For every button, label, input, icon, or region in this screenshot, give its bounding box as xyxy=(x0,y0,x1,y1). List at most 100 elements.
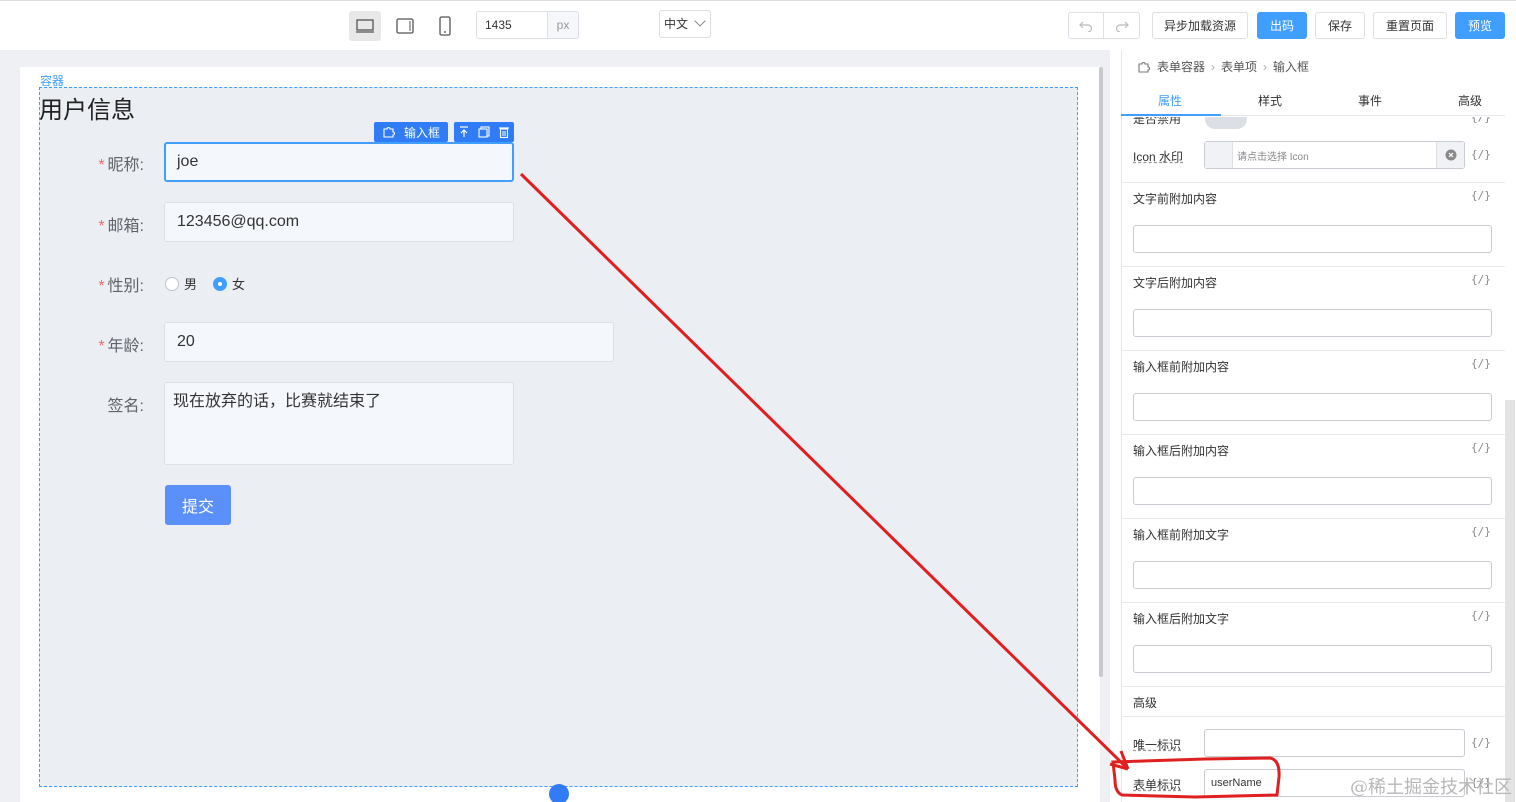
prop-label: 文字后附加内容 xyxy=(1133,276,1218,290)
divider xyxy=(1121,266,1505,267)
tab-properties[interactable]: 属性 xyxy=(1158,92,1182,109)
variable-bind-icon[interactable]: {/} xyxy=(1471,148,1491,161)
save-button[interactable]: 保存 xyxy=(1315,12,1365,39)
nickname-input[interactable]: joe xyxy=(164,142,514,182)
prop-label: 输入框前附加文字 xyxy=(1133,528,1230,542)
prop-label: 输入框前附加内容 xyxy=(1133,360,1230,374)
divider xyxy=(1121,716,1505,717)
puzzle-icon xyxy=(1138,61,1150,73)
desktop-icon xyxy=(356,19,374,33)
undo-button[interactable] xyxy=(1068,12,1104,39)
gender-option-label: 男 xyxy=(184,277,198,292)
reset-page-button[interactable]: 重置页面 xyxy=(1373,12,1447,39)
tab-advanced[interactable]: 高级 xyxy=(1458,92,1482,109)
move-up-icon[interactable] xyxy=(459,126,469,138)
advanced-section-title: 高级 xyxy=(1133,696,1158,710)
age-label-text: 年龄: xyxy=(107,338,144,355)
variable-bind-icon[interactable]: {/} xyxy=(1471,117,1491,124)
selected-component-name: 输入框 xyxy=(404,125,441,140)
prop-label: 文字前附加内容 xyxy=(1133,192,1218,206)
nickname-label-text: 昵称: xyxy=(107,157,144,174)
breadcrumb-item[interactable]: 表单容器 xyxy=(1157,58,1205,75)
prop-input[interactable] xyxy=(1133,561,1492,589)
clipped-row: 是否禁用 {/} xyxy=(1121,117,1505,129)
copy-icon[interactable] xyxy=(478,126,490,138)
chevron-right-icon: › xyxy=(1263,59,1268,74)
variable-bind-icon[interactable]: {/} xyxy=(1471,357,1491,370)
tablet-view-button[interactable] xyxy=(389,11,421,41)
email-input[interactable]: 123456@qq.com xyxy=(164,202,514,242)
panel-tabs: 属性 样式 事件 高级 xyxy=(1121,80,1505,116)
divider xyxy=(1121,434,1505,435)
close-circle-icon xyxy=(1445,149,1456,161)
canvas-width-input[interactable]: 1435 xyxy=(476,11,548,39)
prop-label: 输入框后附加内容 xyxy=(1133,444,1230,458)
preview-button[interactable]: 预览 xyxy=(1455,12,1505,39)
puzzle-icon xyxy=(383,127,395,138)
icon-select-input[interactable]: 请点击选择 Icon xyxy=(1204,141,1465,169)
divider xyxy=(1121,602,1505,603)
unique-id-input[interactable] xyxy=(1204,729,1465,757)
gender-label: * 性别: xyxy=(74,272,144,296)
delete-icon[interactable] xyxy=(499,126,510,138)
site-watermark: @稀土掘金技术社区 xyxy=(1350,777,1512,798)
required-mark: * xyxy=(98,157,105,174)
disabled-label: 是否禁用 xyxy=(1133,117,1182,126)
mobile-icon xyxy=(439,16,451,36)
variable-bind-icon[interactable]: {/} xyxy=(1471,525,1491,538)
desktop-view-button[interactable] xyxy=(349,11,381,41)
redo-button[interactable] xyxy=(1103,12,1140,39)
disabled-toggle[interactable] xyxy=(1205,117,1247,129)
divider xyxy=(1121,350,1505,351)
email-label: * 邮箱: xyxy=(74,212,144,236)
prop-input[interactable] xyxy=(1133,225,1492,253)
tab-events[interactable]: 事件 xyxy=(1358,92,1382,109)
chevron-down-icon xyxy=(694,15,706,27)
canvas-width-unit: px xyxy=(547,11,579,39)
icon-placeholder: 请点击选择 Icon xyxy=(1237,152,1309,163)
unique-id-label: 唯一标识 xyxy=(1133,738,1182,752)
prop-input[interactable] xyxy=(1133,645,1492,673)
required-mark: * xyxy=(98,278,105,295)
clear-icon-button[interactable] xyxy=(1436,142,1464,168)
required-mark: * xyxy=(98,218,105,235)
component-tools xyxy=(454,122,514,142)
add-component-button[interactable] xyxy=(549,784,569,802)
signature-textarea[interactable]: 现在放弃的话，比赛就结束了 xyxy=(164,382,514,465)
variable-bind-icon[interactable]: {/} xyxy=(1471,273,1491,286)
prop-input[interactable] xyxy=(1133,477,1492,505)
async-load-button[interactable]: 异步加载资源 xyxy=(1152,12,1248,39)
prop-input[interactable] xyxy=(1133,309,1492,337)
variable-bind-icon[interactable]: {/} xyxy=(1471,189,1491,202)
required-mark: * xyxy=(98,338,105,355)
variable-bind-icon[interactable]: {/} xyxy=(1471,609,1491,622)
gender-option-female[interactable]: 女 xyxy=(213,274,245,293)
age-input[interactable]: 20 xyxy=(164,322,614,362)
radio-circle-checked[interactable] xyxy=(213,276,227,291)
divider xyxy=(1121,686,1505,687)
panel-scrollbar[interactable] xyxy=(1505,400,1515,802)
gender-label-text: 性别: xyxy=(107,278,144,295)
prop-input[interactable] xyxy=(1133,393,1492,421)
language-select[interactable]: 中文 xyxy=(659,10,711,38)
submit-button[interactable]: 提交 xyxy=(165,485,231,525)
icon-watermark-label: Icon 水印 xyxy=(1133,150,1184,164)
variable-bind-icon[interactable]: {/} xyxy=(1471,736,1491,749)
radio-circle[interactable] xyxy=(165,276,179,291)
variable-bind-icon[interactable]: {/} xyxy=(1471,441,1491,454)
selected-component-badge[interactable]: 输入框 xyxy=(374,122,449,142)
canvas-scrollbar[interactable] xyxy=(1099,67,1103,677)
tab-styles[interactable]: 样式 xyxy=(1258,92,1282,109)
breadcrumb: 表单容器 › 表单项 › 输入框 xyxy=(1137,58,1309,75)
email-label-text: 邮箱: xyxy=(107,218,144,235)
mobile-view-button[interactable] xyxy=(429,11,461,41)
divider xyxy=(1121,518,1505,519)
breadcrumb-item[interactable]: 表单项 xyxy=(1221,58,1257,75)
undo-icon xyxy=(1079,21,1093,32)
chevron-right-icon: › xyxy=(1211,59,1216,74)
gender-option-male[interactable]: 男 xyxy=(165,274,197,293)
top-toolbar: 1435 px 中文 异步加载资源 出码 保存 重置页面 预览 xyxy=(0,0,1516,50)
language-value: 中文 xyxy=(664,17,689,31)
export-code-button[interactable]: 出码 xyxy=(1257,12,1307,39)
signature-label-text: 签名: xyxy=(107,398,144,415)
